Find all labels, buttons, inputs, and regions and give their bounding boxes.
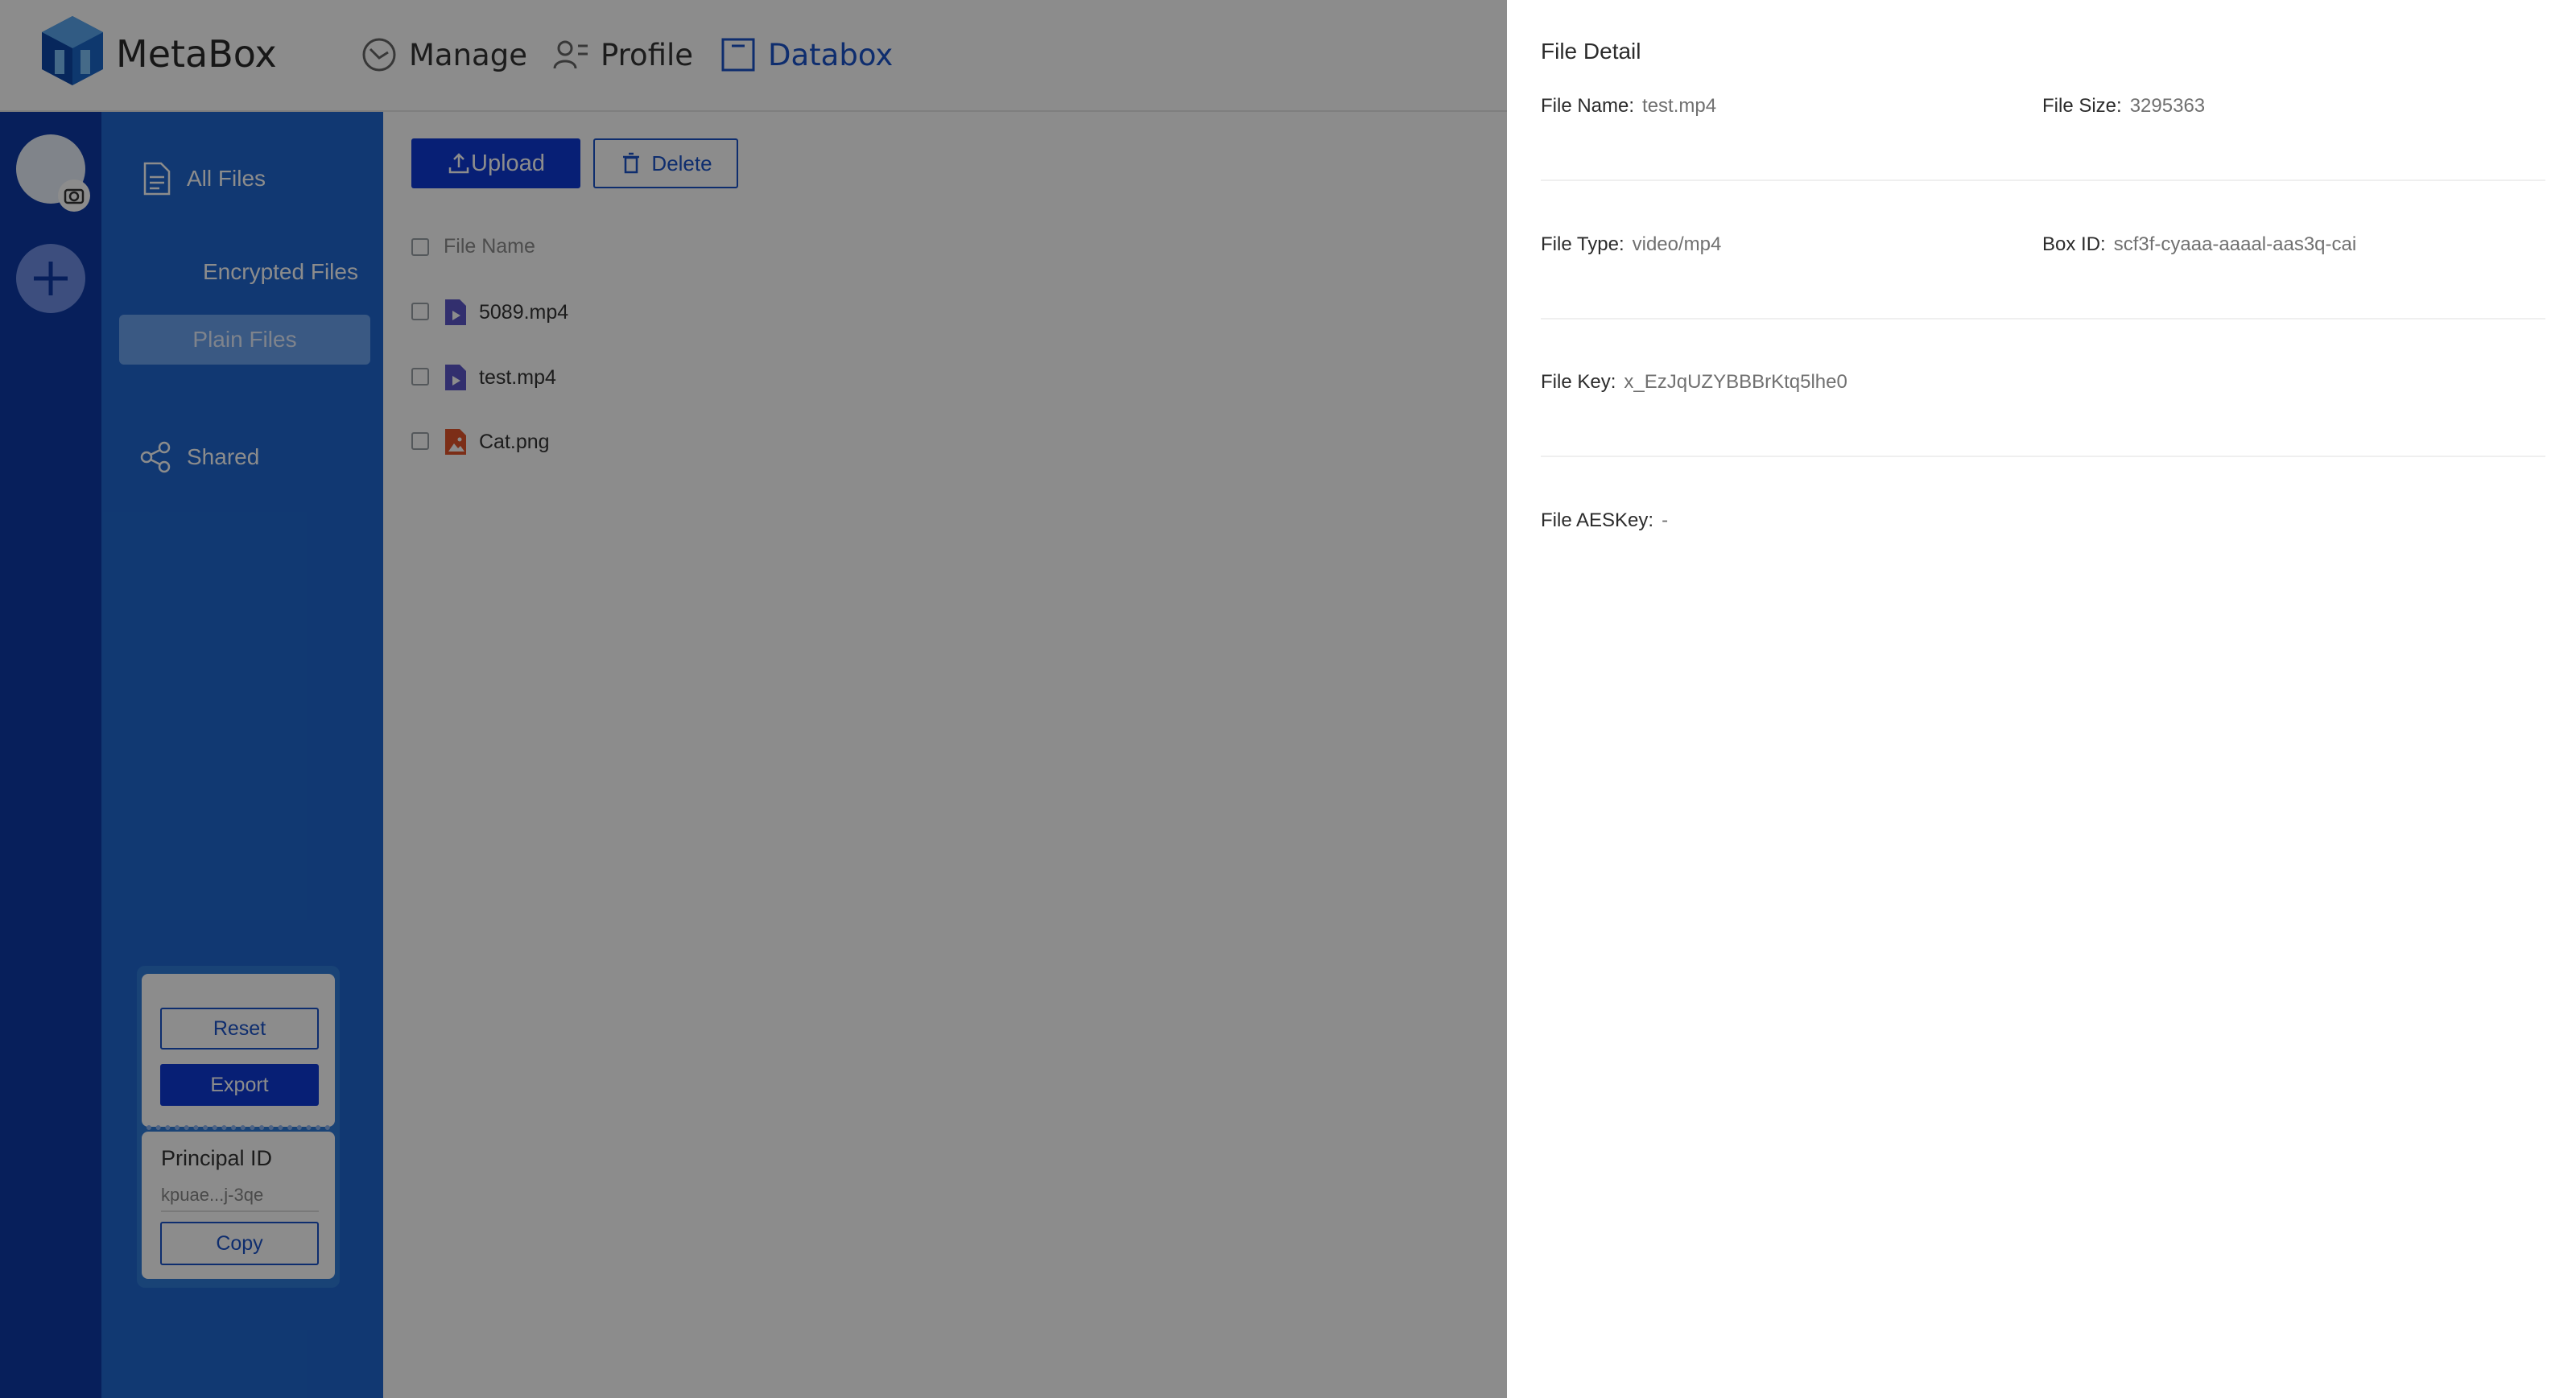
divider [1541, 456, 2545, 457]
file-type-field: File Type: video/mp4 [1541, 233, 1721, 256]
drawer-title: File Detail [1541, 39, 1641, 64]
box-id-value: scf3f-cyaaa-aaaal-aas3q-cai [2113, 233, 2357, 255]
file-key-label: File Key: [1541, 371, 1616, 393]
box-id-label: Box ID: [2042, 233, 2106, 255]
aes-key-field: File AESKey: - [1541, 509, 1668, 532]
file-type-label: File Type: [1541, 233, 1624, 255]
divider [1541, 179, 2545, 181]
file-size-value: 3295363 [2129, 95, 2206, 117]
file-detail-drawer [1507, 0, 2576, 1398]
file-key-field: File Key: x_EzJqUZYBBBrKtq5lhe0 [1541, 371, 1847, 394]
file-name-field: File Name: test.mp4 [1541, 95, 1716, 118]
file-key-value: x_EzJqUZYBBBrKtq5lhe0 [1624, 371, 1847, 393]
divider [1541, 318, 2545, 320]
file-type-value: video/mp4 [1632, 233, 1722, 255]
file-name-value: test.mp4 [1642, 95, 1717, 117]
aes-key-label: File AESKey: [1541, 509, 1654, 531]
box-id-field: Box ID: scf3f-cyaaa-aaaal-aas3q-cai [2042, 233, 2356, 256]
aes-key-value: - [1662, 509, 1669, 531]
file-size-label: File Size: [2042, 95, 2122, 117]
file-size-field: File Size: 3295363 [2042, 95, 2205, 118]
modal-overlay[interactable] [0, 0, 1507, 1398]
file-name-label: File Name: [1541, 95, 1635, 117]
